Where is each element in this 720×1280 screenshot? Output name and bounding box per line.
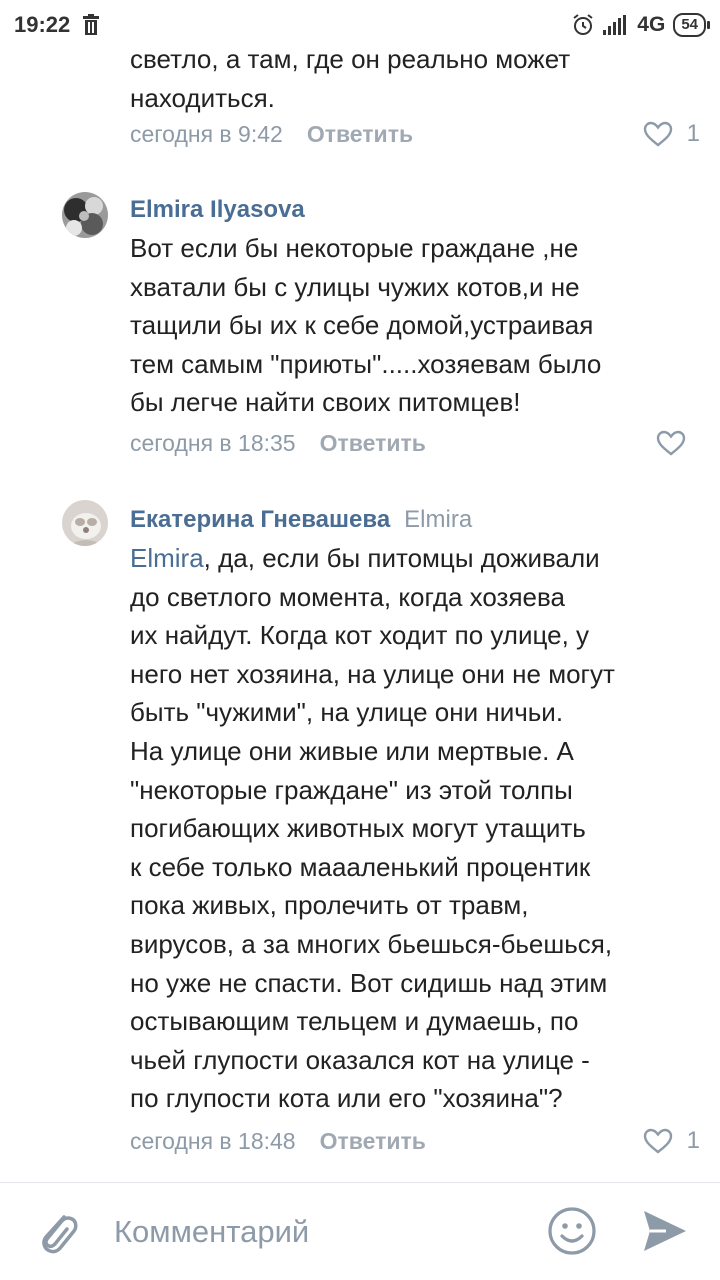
mention-link[interactable]: Elmira	[130, 543, 204, 573]
comment-composer	[0, 1182, 720, 1280]
comment-author: Екатерина Гневашева Elmira	[130, 506, 472, 534]
reply-to-name[interactable]: Elmira	[404, 506, 472, 533]
comment-body: , да, если бы питомцы доживали до светло…	[130, 543, 615, 1114]
emoji-icon[interactable]	[546, 1205, 598, 1257]
signal-icon	[603, 15, 627, 35]
send-icon[interactable]	[640, 1207, 690, 1255]
battery-indicator: 54	[673, 13, 710, 37]
comment-meta: сегодня в 9:42 Ответить 1	[130, 116, 700, 152]
like-button[interactable]: 1	[643, 120, 700, 148]
comment-time: сегодня в 18:48	[130, 1127, 296, 1154]
comment-meta: сегодня в 18:48 Ответить 1	[130, 1123, 700, 1159]
like-count: 1	[686, 120, 700, 147]
avatar[interactable]	[62, 500, 108, 546]
comment-text: светло, а там, где он реально может нахо…	[130, 44, 571, 113]
like-count: 1	[686, 1127, 700, 1154]
avatar[interactable]	[62, 192, 108, 238]
comment-text: Elmira, да, если бы питомцы доживали до …	[130, 539, 700, 1118]
like-button[interactable]: 1	[643, 1127, 700, 1155]
comment-text: Вот если бы некоторые граждане ,не хвата…	[130, 233, 602, 418]
comment-time: сегодня в 9:42	[130, 120, 283, 147]
reply-button[interactable]: Ответить	[307, 121, 413, 148]
comments-list: светло, а там, где он реально может нахо…	[0, 0, 720, 1182]
author-name[interactable]: Екатерина Гневашева	[130, 506, 390, 533]
comment-meta: сегодня в 18:35 Ответить	[130, 425, 700, 461]
comment-author[interactable]: Elmira Ilyasova	[130, 196, 305, 224]
comment-time: сегодня в 18:35	[130, 429, 296, 456]
status-time: 19:22	[14, 12, 71, 37]
like-button[interactable]	[656, 430, 700, 456]
status-bar: 19:22 4G 54	[0, 0, 720, 50]
alarm-icon	[573, 14, 593, 35]
heart-icon	[643, 121, 672, 147]
heart-icon	[643, 1128, 672, 1154]
trash-icon	[83, 14, 100, 35]
paperclip-icon[interactable]	[34, 1207, 80, 1257]
reply-button[interactable]: Ответить	[320, 1128, 426, 1155]
reply-button[interactable]: Ответить	[320, 430, 426, 457]
comment-input[interactable]	[114, 1209, 514, 1255]
heart-icon	[656, 430, 686, 456]
network-type: 4G	[637, 13, 666, 36]
